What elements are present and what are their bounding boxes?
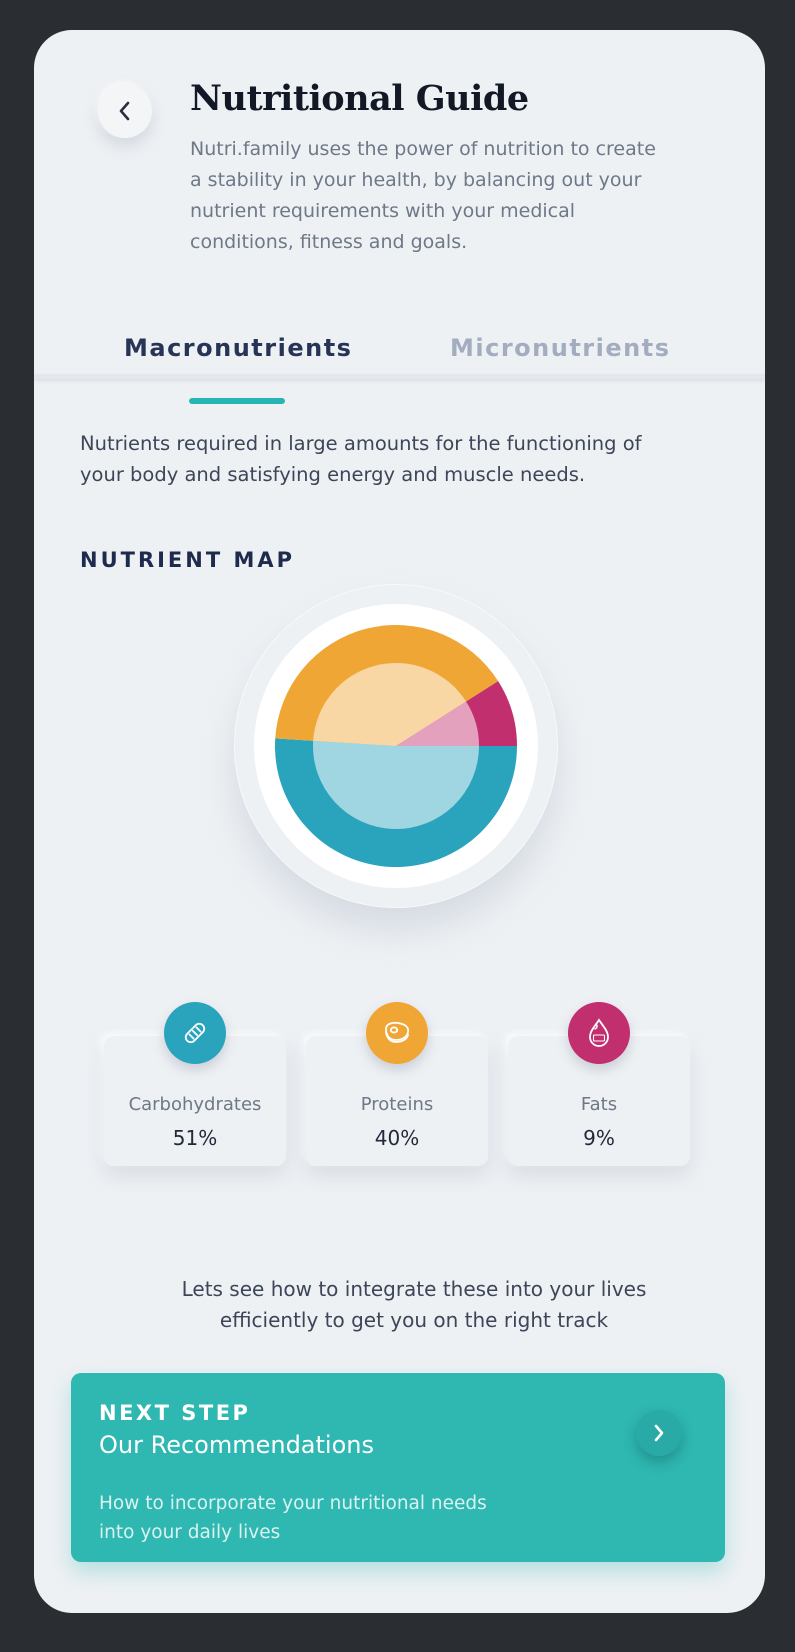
tab-description: Nutrients required in large amounts for … (80, 432, 642, 486)
macro-percentage: 9% (583, 1126, 615, 1150)
macro-stats: Carbohydrates 51% Proteins 40% Fats 9% (34, 1002, 765, 1180)
next-step-title: Our Recommendations (99, 1431, 374, 1459)
macro-percentage: 40% (374, 1126, 420, 1150)
macro-percentage: 51% (172, 1126, 218, 1150)
page-intro: Nutri.family uses the power of nutrition… (190, 138, 656, 253)
tabs-divider (34, 374, 765, 379)
next-step-button[interactable] (636, 1410, 682, 1456)
macro-card-carbohydrates[interactable]: Carbohydrates 51% (104, 1002, 286, 1166)
chevron-right-icon (654, 1424, 664, 1442)
tab-macronutrients[interactable]: Macronutrients (124, 334, 352, 362)
macro-name: Carbohydrates (128, 1094, 262, 1115)
bread-icon (164, 1002, 226, 1064)
chevron-left-icon (119, 101, 130, 121)
integration-text: Lets see how to integrate these into you… (181, 1277, 647, 1332)
active-tab-indicator (189, 398, 285, 404)
back-button[interactable] (98, 84, 152, 138)
nutritional-guide-screen: Nutritional Guide Nutri.family uses the … (34, 30, 765, 1613)
nutrient-map-chart (234, 584, 558, 908)
steak-icon (366, 1002, 428, 1064)
next-step-subtitle: How to incorporate your nutritional need… (99, 1493, 487, 1543)
macro-card-fats[interactable]: Fats 9% (508, 1002, 690, 1166)
next-step-card[interactable]: NEXT STEP Our Recommendations How to inc… (71, 1373, 725, 1562)
nutrient-map-title: NUTRIENT MAP (80, 548, 296, 572)
macro-name: Proteins (360, 1094, 434, 1115)
tab-micronutrients[interactable]: Micronutrients (450, 334, 671, 362)
macro-name: Fats (580, 1094, 618, 1115)
macro-card-proteins[interactable]: Proteins 40% (306, 1002, 488, 1166)
page-title: Nutritional Guide (190, 78, 529, 119)
next-step-label: NEXT STEP (99, 1401, 251, 1425)
fat-drop-icon (568, 1002, 630, 1064)
nutrient-pie-chart (254, 604, 538, 888)
tab-bar: Macronutrients Micronutrients (34, 318, 765, 404)
